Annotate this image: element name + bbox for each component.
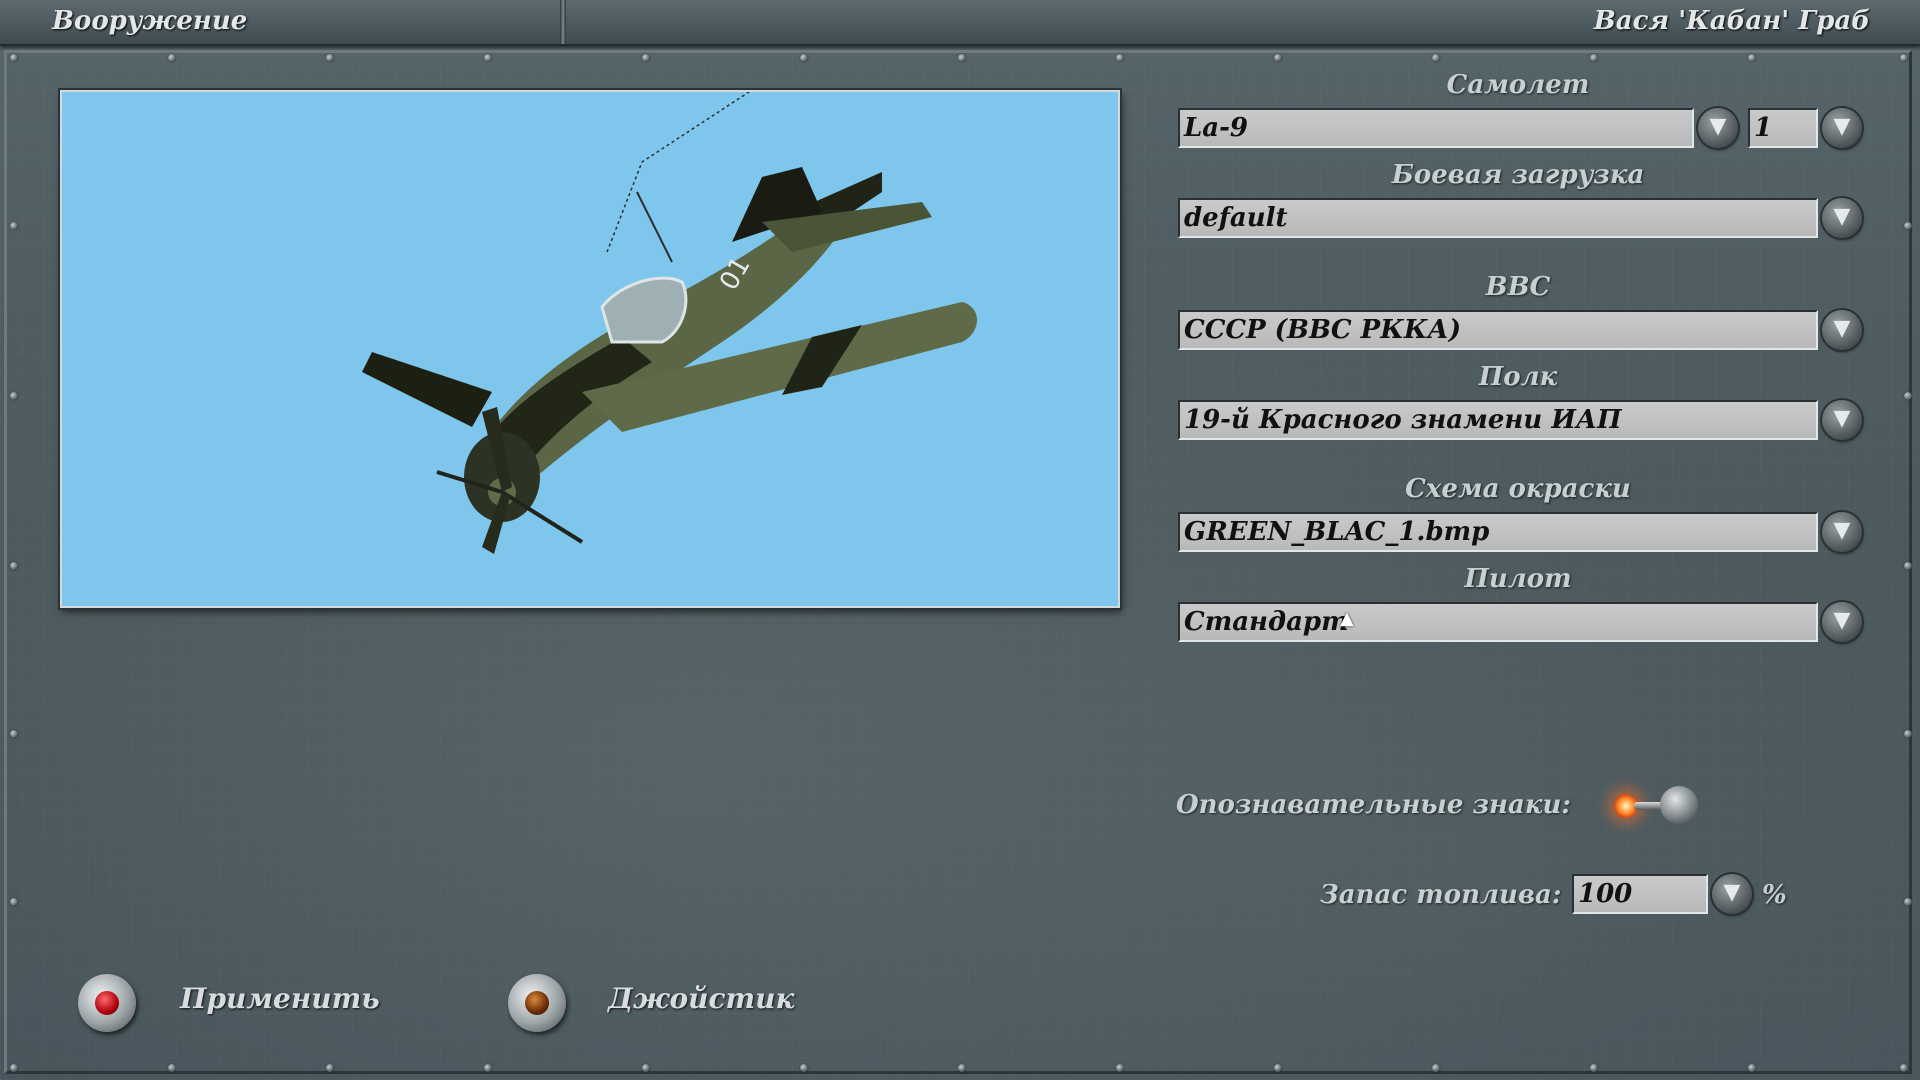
rivet (168, 1064, 176, 1072)
chevron-down-icon: ▼ (1833, 316, 1851, 341)
aircraft-dropdown-button[interactable]: ▼ (1698, 108, 1738, 148)
markings-toggle[interactable] (1608, 782, 1698, 828)
rivet (958, 54, 966, 62)
rivet (1748, 54, 1756, 62)
aircraft-select[interactable]: La-9 (1178, 108, 1694, 148)
rivet (1274, 1064, 1282, 1072)
rivet (484, 54, 492, 62)
air-force-label: ВВС (1485, 272, 1551, 302)
red-button-icon (95, 991, 119, 1015)
screen-background: Вооружение Вася 'Кабан' Граб 01 Самолет … (0, 0, 1920, 1080)
skin-label: Схема окраски (1405, 474, 1631, 504)
rivet (1904, 898, 1912, 906)
rivet (1116, 54, 1124, 62)
pilot-dropdown-button[interactable]: ▼ (1822, 602, 1862, 642)
fuel-unit: % (1762, 880, 1787, 910)
regiment-label: Полк (1478, 362, 1558, 392)
chevron-down-icon: ▼ (1833, 204, 1851, 229)
rivet (10, 1064, 18, 1072)
rivet (326, 54, 334, 62)
amber-button-icon (525, 991, 549, 1015)
air-force-dropdown-button[interactable]: ▼ (1822, 310, 1862, 350)
top-bar-divider (560, 0, 566, 44)
rivet (10, 222, 18, 230)
rivet (1432, 1064, 1440, 1072)
chevron-down-icon: ▼ (1709, 114, 1727, 139)
rivet (800, 54, 808, 62)
pilot-select[interactable]: Стандарт (1178, 602, 1818, 642)
apply-label[interactable]: Применить (180, 982, 380, 1015)
chevron-down-icon: ▼ (1833, 406, 1851, 431)
rivet (1904, 222, 1912, 230)
apply-button[interactable] (78, 974, 136, 1032)
fuel-dropdown-button[interactable]: ▼ (1712, 874, 1752, 914)
rivet (800, 1064, 808, 1072)
rivet (1900, 1064, 1908, 1072)
rivet (484, 1064, 492, 1072)
rivet (10, 562, 18, 570)
aircraft-count-field[interactable]: 1 (1748, 108, 1818, 148)
loadout-select[interactable]: default (1178, 198, 1818, 238)
rivet (10, 54, 18, 62)
loadout-dropdown-button[interactable]: ▼ (1822, 198, 1862, 238)
aircraft-label: Самолет (1446, 70, 1590, 100)
aircraft-preview[interactable]: 01 (60, 90, 1120, 608)
mouse-cursor-icon: ▲ (1340, 608, 1354, 629)
rivet (1904, 730, 1912, 738)
rivet (10, 898, 18, 906)
regiment-select[interactable]: 19-й Красного знамени ИАП (1178, 400, 1818, 440)
rivet (10, 730, 18, 738)
chevron-down-icon: ▼ (1723, 880, 1741, 905)
rivet (1274, 54, 1282, 62)
skin-dropdown-button[interactable]: ▼ (1822, 512, 1862, 552)
air-force-select[interactable]: СССР (ВВС РККА) (1178, 310, 1818, 350)
screen-title: Вооружение (52, 6, 248, 36)
pilot-label: Пилот (1464, 564, 1572, 594)
rivet (1900, 54, 1908, 62)
chevron-down-icon: ▼ (1833, 518, 1851, 543)
fuel-label: Запас топлива: (1320, 880, 1562, 910)
chevron-down-icon: ▼ (1833, 114, 1851, 139)
aircraft-model: 01 (362, 92, 977, 554)
rivet (958, 1064, 966, 1072)
aircraft-count-dropdown-button[interactable]: ▼ (1822, 108, 1862, 148)
rivet (1116, 1064, 1124, 1072)
top-bar: Вооружение Вася 'Кабан' Граб (0, 0, 1920, 46)
rivet (1748, 1064, 1756, 1072)
rivet (642, 1064, 650, 1072)
chevron-down-icon: ▼ (1833, 608, 1851, 633)
rivet (1432, 54, 1440, 62)
rivet (10, 392, 18, 400)
joystick-button[interactable] (508, 974, 566, 1032)
rivet (1904, 562, 1912, 570)
markings-label: Опознавательные знаки: (1176, 790, 1571, 820)
skin-select[interactable]: GREEN_BLAC_1.bmp (1178, 512, 1818, 552)
rivet (1590, 54, 1598, 62)
regiment-dropdown-button[interactable]: ▼ (1822, 400, 1862, 440)
rivet (642, 54, 650, 62)
joystick-label[interactable]: Джойстик (608, 982, 794, 1015)
toggle-knob-icon (1660, 786, 1698, 824)
fuel-field[interactable]: 100 (1572, 874, 1708, 914)
rivet (168, 54, 176, 62)
user-name: Вася 'Кабан' Граб (1593, 6, 1870, 36)
rivet (326, 1064, 334, 1072)
rivet (1590, 1064, 1598, 1072)
rivet (1904, 392, 1912, 400)
loadout-label: Боевая загрузка (1391, 160, 1645, 190)
